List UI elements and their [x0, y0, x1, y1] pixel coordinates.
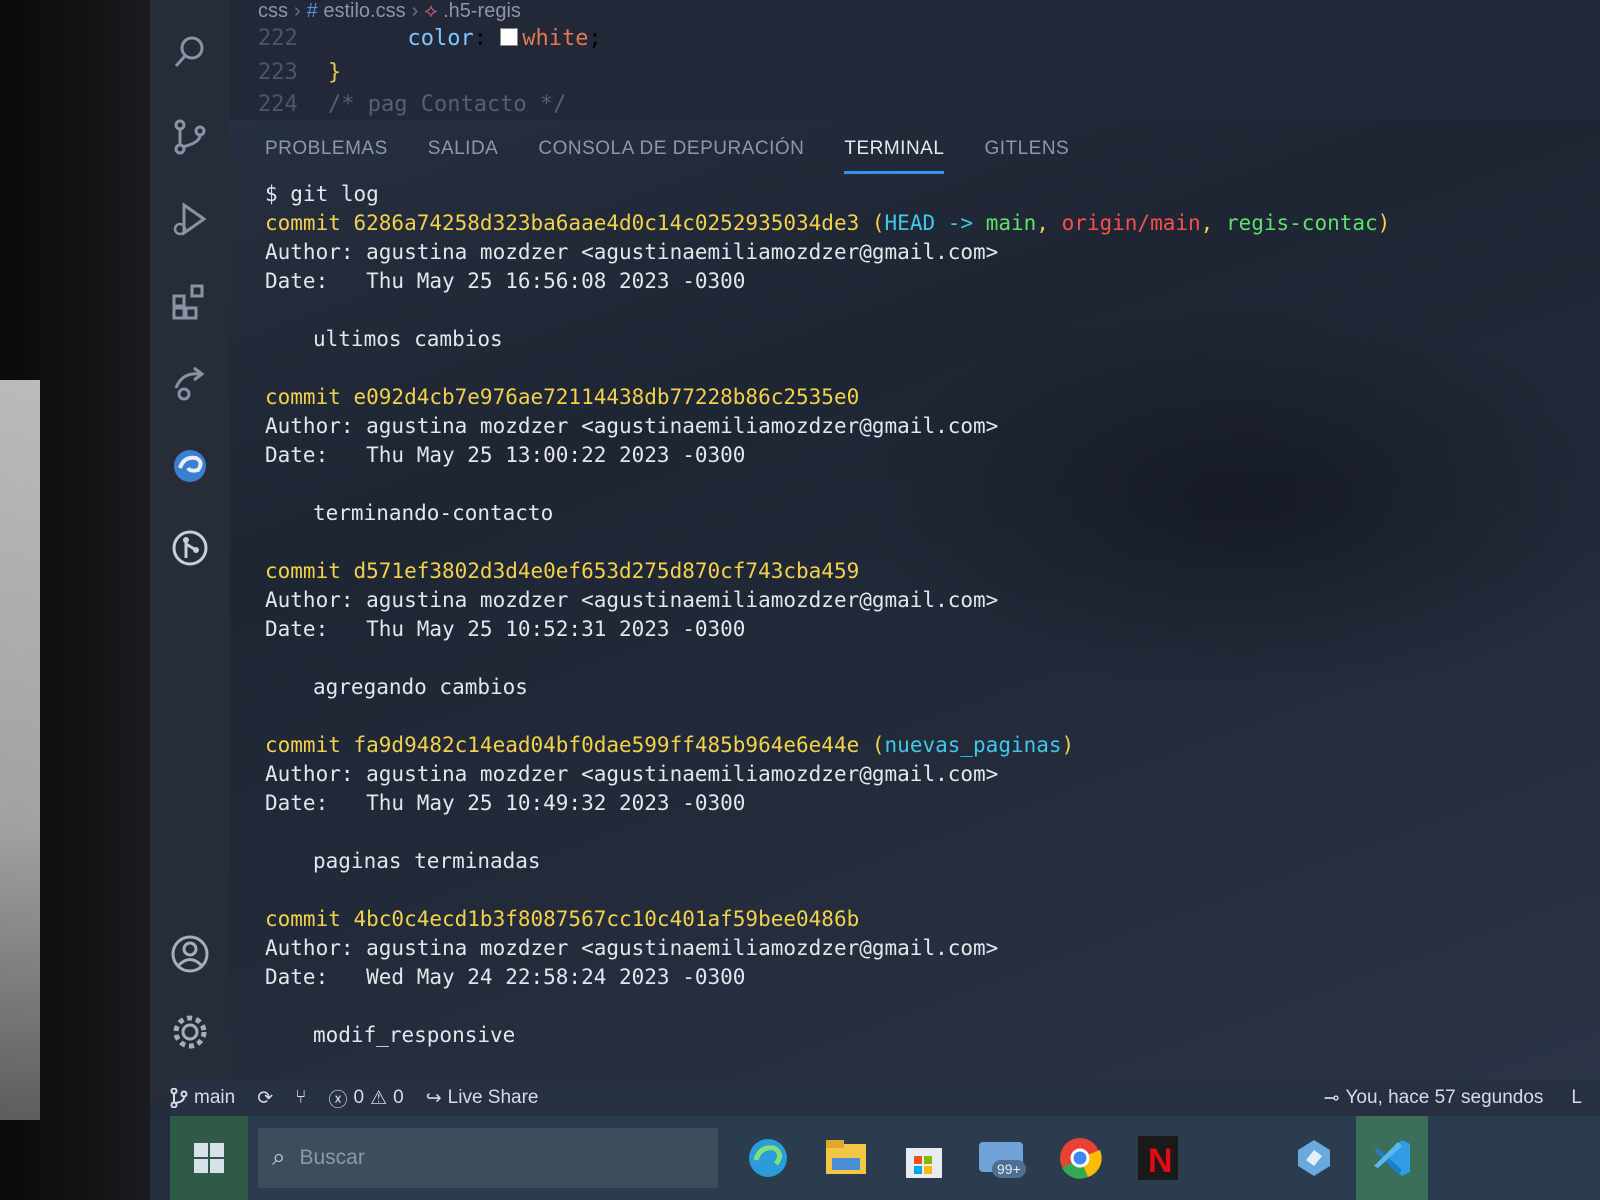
commit-date: Date: Thu May 25 10:49:32 2023 -0300	[265, 791, 746, 815]
tab-problemas[interactable]: PROBLEMAS	[265, 132, 388, 174]
commit-message: paginas terminadas	[313, 849, 541, 873]
vscode-taskbar-icon[interactable]	[1356, 1116, 1428, 1200]
notification-badge: 99+	[992, 1160, 1026, 1178]
commit-date: Date: Thu May 25 16:56:08 2023 -0300	[265, 269, 746, 293]
search-icon: ⌕	[272, 1144, 286, 1171]
search-icon[interactable]	[168, 30, 212, 74]
line-number: 223	[258, 60, 298, 85]
svg-text:N: N	[1148, 1142, 1173, 1180]
error-count: 0	[353, 1087, 365, 1108]
panel-tabs: PROBLEMAS SALIDA CONSOLA DE DEPURACIÓN T…	[265, 132, 1069, 174]
terminal-output[interactable]: $ git log commit 6286a74258d323ba6aae4d0…	[265, 180, 1565, 1050]
commit-icon: ⊸	[1323, 1087, 1340, 1109]
file-explorer-icon[interactable]	[818, 1130, 874, 1186]
vscode-window: css › # estilo.css › ⟡ .h5-regis 222 color: …	[150, 0, 1600, 1200]
gitlens-blame[interactable]: ⊸ You, hace 57 segundos L	[1324, 1087, 1582, 1110]
commit-line: commit fa9d9482c14ead04bf0dae599ff485b96…	[265, 733, 1075, 757]
account-icon[interactable]	[168, 932, 212, 976]
commit-date: Date: Wed May 24 22:58:24 2023 -0300	[265, 965, 746, 989]
commit-author: Author: agustina mozdzer <agustinaemilia…	[265, 588, 999, 612]
status-bar: main ⟳ ⑂ ⓧ 0 ⚠ 0 ↪ Live Share ⊸ You, hace 57…	[170, 1080, 1600, 1116]
status-branch[interactable]: main	[170, 1087, 235, 1109]
line-number: 224	[258, 92, 298, 117]
edge-devtools-icon[interactable]	[168, 444, 212, 488]
commit-message: terminando-contacto	[313, 501, 554, 525]
color-swatch[interactable]	[500, 28, 519, 46]
selector-icon: ⟡	[424, 0, 438, 22]
live-share-button[interactable]: ↪ Live Share	[426, 1087, 539, 1110]
copilot-icon[interactable]	[1286, 1130, 1342, 1186]
git-graph-icon[interactable]	[168, 526, 212, 570]
live-share-icon: ↪	[425, 1087, 442, 1109]
breadcrumb-file[interactable]: estilo.css	[323, 0, 405, 22]
code-line[interactable]: 222 color: white;	[258, 26, 602, 51]
windows-taskbar: ⌕ Buscar 99+ N	[170, 1116, 1600, 1200]
windows-start-icon[interactable]	[170, 1116, 248, 1200]
breadcrumb-folder[interactable]: css	[258, 0, 288, 22]
tab-gitlens[interactable]: GITLENS	[984, 132, 1069, 174]
commit-line: commit d571ef3802d3d4e0ef653d275d870cf74…	[265, 559, 860, 583]
remote-icon[interactable]	[168, 362, 212, 406]
line-number: 222	[258, 26, 298, 51]
tab-consola-depuracion[interactable]: CONSOLA DE DEPURACIÓN	[538, 132, 804, 174]
background-desk	[0, 380, 40, 1120]
commit-line: commit 6286a74258d323ba6aae4d0c14c025293…	[265, 211, 1391, 235]
editor-area: css › # estilo.css › ⟡ .h5-regis 222 color: …	[230, 0, 1600, 120]
blame-text: You, hace 57 segundos	[1345, 1087, 1544, 1108]
commit-author: Author: agustina mozdzer <agustinaemilia…	[265, 240, 999, 264]
commit-author: Author: agustina mozdzer <agustinaemilia…	[265, 762, 999, 786]
search-placeholder: Buscar	[299, 1146, 365, 1169]
gear-icon[interactable]	[168, 1010, 212, 1054]
chevron-right-icon: ›	[411, 0, 419, 22]
sync-icon[interactable]: ⟳	[257, 1087, 273, 1110]
commit-line: commit e092d4cb7e976ae72114438db77228b86…	[265, 385, 860, 409]
status-extra[interactable]: L	[1571, 1087, 1582, 1109]
css-property: color	[407, 26, 474, 51]
warning-icon: ⚠	[370, 1087, 388, 1109]
activity-bar	[150, 0, 230, 1100]
commit-date: Date: Thu May 25 10:52:31 2023 -0300	[265, 617, 746, 641]
commit-message: ultimos cambios	[313, 327, 503, 351]
branch-name: main	[194, 1087, 236, 1108]
breadcrumb-selector[interactable]: .h5-regis	[443, 0, 521, 22]
problems-status[interactable]: ⓧ 0 ⚠ 0	[329, 1085, 404, 1112]
git-graph-status-icon[interactable]: ⑂	[295, 1087, 306, 1109]
commit-date: Date: Thu May 25 13:00:22 2023 -0300	[265, 443, 746, 467]
chrome-icon[interactable]	[1052, 1130, 1108, 1186]
commit-message: modif_responsive	[313, 1023, 516, 1047]
breadcrumb: css › # estilo.css › ⟡ .h5-regis	[258, 0, 521, 23]
live-share-label: Live Share	[447, 1087, 539, 1108]
branch-icon	[170, 1088, 188, 1108]
tab-terminal[interactable]: TERMINAL	[844, 132, 945, 174]
taskbar-search[interactable]: ⌕ Buscar	[258, 1128, 718, 1188]
code-line[interactable]: 224 /* pag Contacto */	[258, 92, 566, 117]
mail-icon[interactable]: 99+	[974, 1130, 1030, 1186]
netflix-icon[interactable]: N	[1130, 1130, 1186, 1186]
error-icon: ⓧ	[328, 1089, 348, 1111]
warning-count: 0	[393, 1087, 404, 1108]
store-icon[interactable]	[896, 1130, 952, 1186]
css-value: white	[522, 26, 589, 51]
css-file-icon: #	[306, 0, 318, 22]
run-debug-icon[interactable]	[168, 197, 212, 241]
commit-line: commit 4bc0c4ecd1b3f8087567cc10c401af59b…	[265, 907, 860, 931]
commit-message: agregando cambios	[313, 675, 528, 699]
commit-author: Author: agustina mozdzer <agustinaemilia…	[265, 936, 999, 960]
chevron-right-icon: ›	[294, 0, 301, 22]
edge-browser-icon[interactable]	[740, 1130, 796, 1186]
code-comment: /* pag Contacto */	[328, 92, 567, 117]
extensions-icon[interactable]	[168, 280, 212, 324]
code-line[interactable]: 223}	[258, 60, 341, 85]
commit-author: Author: agustina mozdzer <agustinaemilia…	[265, 414, 999, 438]
tab-salida[interactable]: SALIDA	[428, 132, 499, 174]
closing-brace: }	[328, 60, 342, 85]
source-control-icon[interactable]	[168, 115, 212, 159]
terminal-command: $ git log	[265, 182, 379, 206]
